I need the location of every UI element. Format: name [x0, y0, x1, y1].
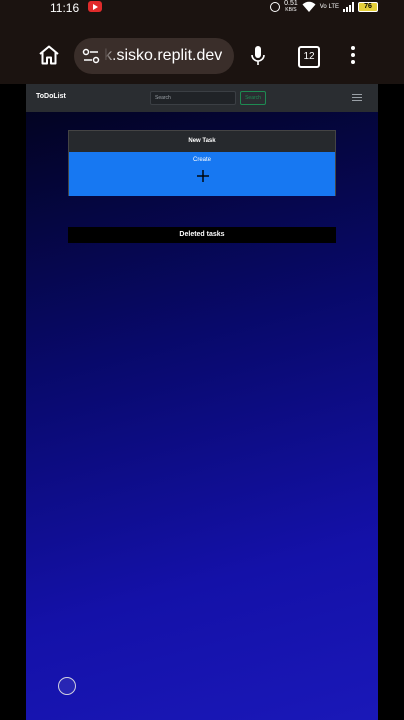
create-label: Create — [192, 157, 211, 163]
network-speed-unit: KB/S — [285, 7, 297, 13]
search-input[interactable] — [150, 91, 236, 105]
web-content: ToDoList Search New Task Create Deleted … — [26, 84, 378, 720]
network-speed-value: 0.51 — [284, 0, 298, 7]
brand-logo[interactable]: ToDoList — [36, 93, 66, 100]
network-speed: 0.51 KB/S — [284, 0, 298, 14]
floating-nav-bubble[interactable] — [58, 677, 76, 695]
volte-indicator: Vo LTE — [319, 4, 339, 10]
new-task-header: New Task — [69, 131, 335, 152]
app-navbar: ToDoList Search — [26, 84, 378, 112]
microphone-icon[interactable] — [250, 44, 266, 68]
plus-icon — [197, 170, 209, 182]
browser-toolbar: k.sisko.replit.dev 12 — [0, 24, 404, 84]
wifi-icon — [302, 1, 316, 12]
overflow-menu-icon[interactable] — [350, 46, 356, 66]
status-bar: 11:16 0.51 KB/S Vo LTE 76 — [0, 0, 404, 24]
alarm-icon — [270, 2, 281, 12]
clock: 11:16 — [50, 1, 80, 15]
deleted-tasks-toggle[interactable]: Deleted tasks — [68, 227, 336, 243]
battery-icon: 76 — [358, 2, 378, 12]
new-task-card: New Task Create — [68, 130, 336, 196]
hamburger-menu-icon[interactable] — [352, 94, 362, 102]
status-icons: 0.51 KB/S Vo LTE 76 — [270, 0, 378, 14]
letterbox-right — [378, 84, 404, 720]
search-button[interactable]: Search — [240, 91, 266, 105]
signal-icon — [343, 2, 354, 12]
youtube-notification-icon — [88, 1, 102, 12]
letterbox-left — [0, 84, 26, 720]
create-task-button[interactable]: Create — [69, 152, 335, 196]
home-icon[interactable] — [38, 45, 60, 65]
tab-switcher-button[interactable]: 12 — [298, 46, 320, 68]
site-settings-icon[interactable] — [82, 48, 100, 64]
url-text[interactable]: k.sisko.replit.dev — [104, 47, 222, 65]
address-bar[interactable]: k.sisko.replit.dev — [74, 38, 234, 74]
